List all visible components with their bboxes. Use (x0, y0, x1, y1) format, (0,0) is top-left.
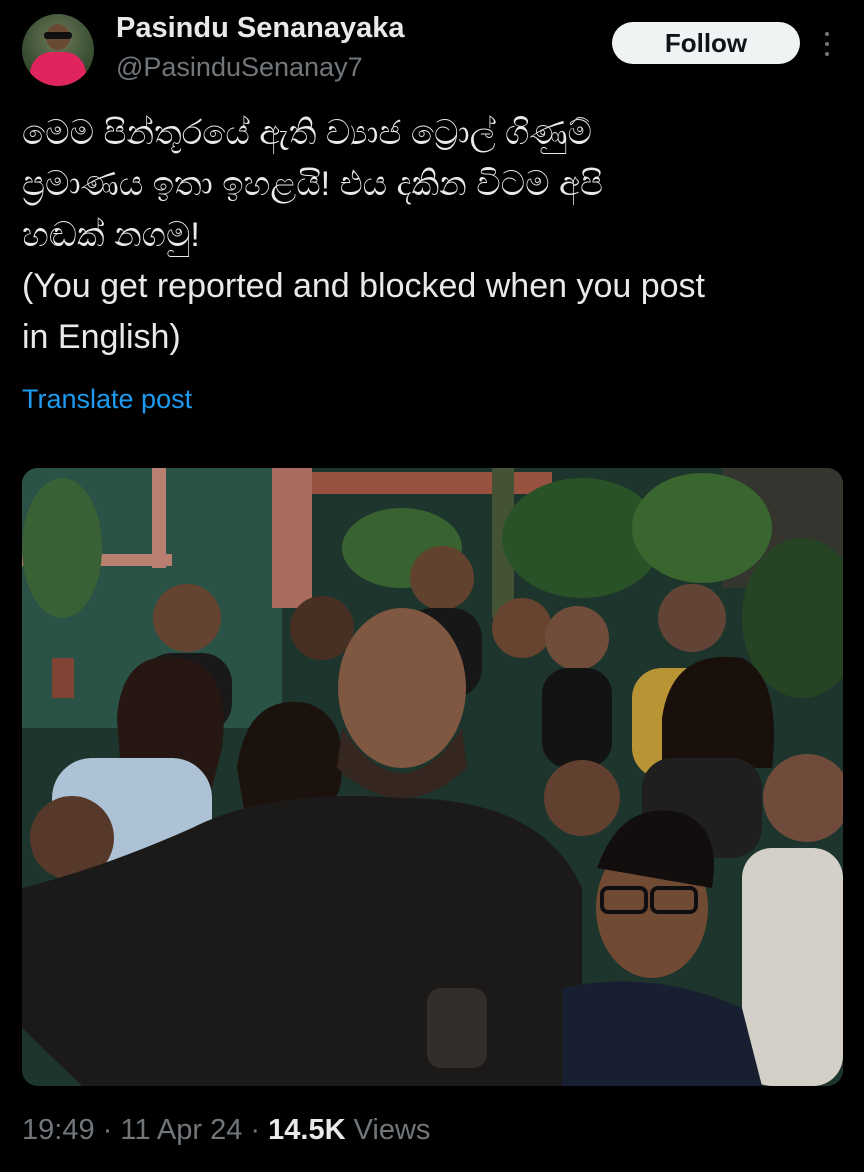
author-display-name[interactable]: Pasindu Senanayaka (116, 12, 405, 45)
follow-button[interactable]: Follow (612, 22, 800, 64)
tweet-text-line: (You get reported and blocked when you p… (22, 267, 706, 305)
avatar-sunglasses (44, 32, 72, 39)
views-count[interactable]: 14.5K (268, 1114, 345, 1146)
views-label: Views (345, 1114, 431, 1146)
tweet-date[interactable]: 11 Apr 24 (120, 1114, 242, 1146)
tweet-page: Pasindu Senanayaka @PasinduSenanay7 Foll… (0, 0, 864, 1172)
group-selfie-photo (22, 468, 843, 1086)
translate-post-link[interactable]: Translate post (22, 384, 192, 415)
author-handle[interactable]: @PasinduSenanay7 (116, 52, 363, 83)
avatar-shirt (30, 52, 86, 86)
tweet-time[interactable]: 19:49 (22, 1114, 95, 1146)
meta-separator: · (242, 1114, 269, 1146)
meta-separator: · (94, 1114, 121, 1146)
tweet-meta: 19:49 · 11 Apr 24 · 14.5K Views (22, 1114, 430, 1147)
tweet-text-line: in English) (22, 318, 181, 356)
tweet-text-line: හඬක් නගමු! (22, 216, 200, 254)
tweet-text-line: මෙම පින්තූරයේ ඇති ව්‍යාජ ට්‍රොල් ගිණුම් (22, 114, 592, 152)
tweet-text: මෙම පින්තූරයේ ඇති ව්‍යාජ ට්‍රොල් ගිණුම් … (22, 108, 852, 363)
tweet-text-line: ප්‍රමාණය ඉතා ඉහළයි! එය දකින විටම අපි (22, 165, 603, 203)
vertical-ellipsis-icon[interactable] (818, 28, 836, 60)
author-avatar[interactable] (22, 14, 94, 86)
tweet-photo[interactable] (22, 468, 843, 1086)
